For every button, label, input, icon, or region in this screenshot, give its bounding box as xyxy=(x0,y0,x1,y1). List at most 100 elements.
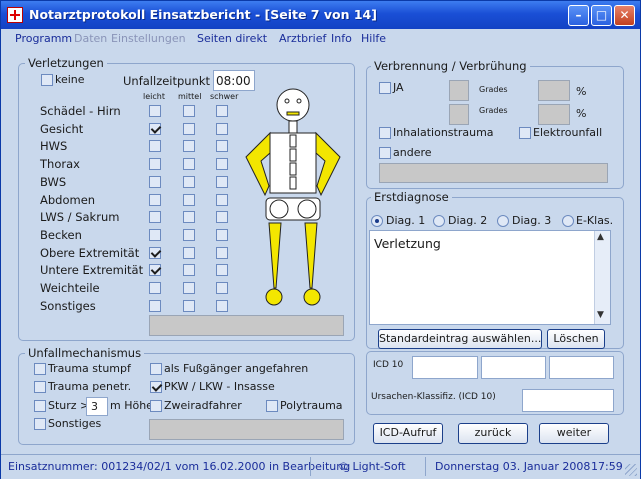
verbrennung-ja-checkbox[interactable] xyxy=(379,82,391,94)
polytrauma-checkbox[interactable] xyxy=(266,400,278,412)
sturz-unit-label: m Höhe xyxy=(110,399,153,412)
injury-mittel-checkbox[interactable] xyxy=(183,158,195,171)
menu-programm[interactable]: Programm xyxy=(15,32,72,45)
injury-mittel-checkbox[interactable] xyxy=(183,193,195,206)
minimize-button[interactable]: – xyxy=(568,5,589,26)
title-bar[interactable]: Notarztprotokoll Einsatzbericht - [Seite… xyxy=(1,1,640,29)
injury-schwer-checkbox[interactable] xyxy=(216,105,228,117)
injury-leicht-checkbox[interactable] xyxy=(149,264,161,277)
injury-schwer-checkbox[interactable] xyxy=(216,193,228,206)
zurueck-button[interactable]: zurück xyxy=(458,423,528,444)
injury-mittel-checkbox[interactable] xyxy=(183,282,195,294)
zweiradfahrer-checkbox[interactable] xyxy=(150,400,162,412)
inhalationstrauma-label: Inhalationstrauma xyxy=(393,126,494,139)
injury-leicht-checkbox[interactable] xyxy=(149,105,161,117)
menu-daten[interactable]: Daten xyxy=(74,32,107,45)
injury-schwer-checkbox[interactable] xyxy=(216,228,228,241)
sonstiges-mechanismus-input[interactable] xyxy=(149,419,344,440)
andere-input[interactable] xyxy=(379,163,608,183)
injury-leicht-checkbox[interactable] xyxy=(149,140,161,153)
menu-seiten-direkt[interactable]: Seiten direkt xyxy=(197,32,267,45)
sturz-hoehe-input[interactable]: 3 xyxy=(86,397,108,416)
diagnose-scrollbar[interactable]: ▲ ▼ xyxy=(594,231,610,324)
injury-row-label: HWS xyxy=(40,139,68,154)
injury-leicht-checkbox[interactable] xyxy=(149,299,161,312)
percent-input-1[interactable] xyxy=(538,80,570,101)
grades-input-2[interactable] xyxy=(449,104,469,125)
injury-schwer-checkbox[interactable] xyxy=(216,140,228,153)
injury-leicht-checkbox[interactable] xyxy=(149,175,161,188)
injury-mittel-checkbox[interactable] xyxy=(183,264,195,277)
close-button[interactable]: ✕ xyxy=(614,5,635,26)
injury-leicht-checkbox[interactable] xyxy=(149,122,161,135)
fussgaenger-checkbox[interactable] xyxy=(150,363,162,375)
body-diagram[interactable] xyxy=(243,83,343,309)
icd-aufruf-button[interactable]: ICD-Aufruf xyxy=(373,423,443,444)
injury-leicht-checkbox[interactable] xyxy=(149,246,161,259)
injury-mittel-checkbox[interactable] xyxy=(183,175,195,188)
weiter-button[interactable]: weiter xyxy=(539,423,609,444)
ursachen-input[interactable] xyxy=(522,389,614,412)
diagnose-textarea[interactable]: Verletzung ▲ ▼ xyxy=(369,230,611,325)
trauma-penetr-checkbox[interactable] xyxy=(34,381,46,393)
sonstiges-verletzung-input[interactable] xyxy=(149,315,344,336)
sonstiges-mechanismus-checkbox[interactable] xyxy=(34,418,46,430)
diag1-radio[interactable] xyxy=(371,215,383,227)
injury-schwer-checkbox[interactable] xyxy=(216,246,228,259)
maximize-button[interactable]: □ xyxy=(591,5,612,26)
inhalationstrauma-checkbox[interactable] xyxy=(379,127,391,139)
injury-mittel-checkbox[interactable] xyxy=(183,246,195,259)
icd10-input-1[interactable] xyxy=(412,356,478,379)
injury-mittel-checkbox[interactable] xyxy=(183,122,195,135)
injury-schwer-checkbox[interactable] xyxy=(216,122,228,135)
andere-checkbox[interactable] xyxy=(379,147,391,159)
loeschen-button[interactable]: Löschen xyxy=(547,329,605,349)
injury-mittel-checkbox[interactable] xyxy=(183,299,195,312)
severity-header-schwer: schwer xyxy=(210,92,239,101)
injury-leicht-checkbox[interactable] xyxy=(149,158,161,171)
status-einsatznummer: Einsatznummer: 001234/02/1 vom 16.02.200… xyxy=(8,460,351,473)
trauma-stumpf-checkbox[interactable] xyxy=(34,363,46,375)
menu-hilfe[interactable]: Hilfe xyxy=(361,32,386,45)
resize-grip-icon[interactable] xyxy=(625,464,637,476)
injury-leicht-checkbox[interactable] xyxy=(149,282,161,294)
injury-schwer-checkbox[interactable] xyxy=(216,158,228,171)
injury-schwer-checkbox[interactable] xyxy=(216,264,228,277)
injury-leicht-checkbox[interactable] xyxy=(149,228,161,241)
keine-label: keine xyxy=(55,73,85,86)
injury-mittel-checkbox[interactable] xyxy=(183,228,195,241)
injury-schwer-checkbox[interactable] xyxy=(216,299,228,312)
standardeintrag-button[interactable]: Standardeintrag auswählen... xyxy=(378,329,542,349)
menu-arztbrief[interactable]: Arztbrief xyxy=(279,32,326,45)
elektrounfall-checkbox[interactable] xyxy=(519,127,531,139)
body-left-leg xyxy=(304,222,318,289)
grades-label-1: Grades xyxy=(479,85,508,94)
injury-mittel-checkbox[interactable] xyxy=(183,211,195,224)
app-cross-icon[interactable] xyxy=(7,7,23,23)
icd10-input-3[interactable] xyxy=(549,356,614,379)
diag3-radio[interactable] xyxy=(497,215,509,227)
diag2-radio[interactable] xyxy=(433,215,445,227)
injury-schwer-checkbox[interactable] xyxy=(216,175,228,188)
diagnose-text: Verletzung xyxy=(374,236,441,251)
injury-leicht-checkbox[interactable] xyxy=(149,211,161,224)
percent-input-2[interactable] xyxy=(538,104,570,125)
injury-mittel-checkbox[interactable] xyxy=(183,105,195,117)
injury-mittel-checkbox[interactable] xyxy=(183,140,195,153)
e-klas-radio[interactable] xyxy=(562,215,574,227)
scroll-up-icon[interactable]: ▲ xyxy=(597,232,604,242)
body-neck xyxy=(288,120,298,134)
menu-info[interactable]: Info xyxy=(331,32,352,45)
injury-leicht-checkbox[interactable] xyxy=(149,193,161,206)
status-separator xyxy=(425,457,426,476)
menu-einstellungen[interactable]: Einstellungen xyxy=(111,32,186,45)
scroll-down-icon[interactable]: ▼ xyxy=(597,310,604,320)
keine-checkbox[interactable] xyxy=(41,74,53,86)
body-face xyxy=(286,111,300,116)
pkw-lkw-checkbox[interactable] xyxy=(150,381,162,393)
injury-schwer-checkbox[interactable] xyxy=(216,211,228,224)
sturz-checkbox[interactable] xyxy=(34,400,46,412)
grades-input-1[interactable] xyxy=(449,80,469,101)
injury-schwer-checkbox[interactable] xyxy=(216,282,228,294)
icd10-input-2[interactable] xyxy=(481,356,546,379)
